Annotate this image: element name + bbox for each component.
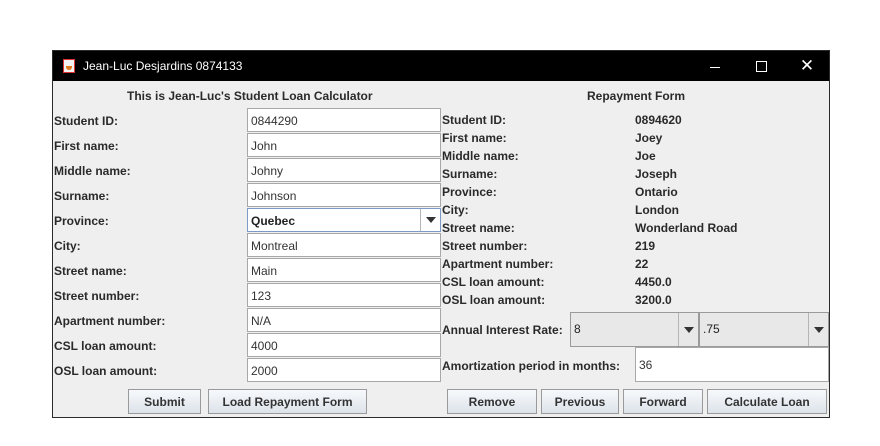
student-id-label: Student ID: bbox=[54, 114, 118, 128]
interest-rate-whole-select[interactable]: 8 bbox=[570, 312, 699, 347]
remove-button[interactable]: Remove bbox=[447, 389, 537, 414]
street-number-field[interactable]: 123 bbox=[247, 283, 441, 307]
student-id-field[interactable]: 0844290 bbox=[247, 108, 441, 132]
rf-street-name-value: Wonderland Road bbox=[635, 221, 738, 235]
apartment-number-label: Apartment number: bbox=[54, 314, 166, 328]
title-bar[interactable]: Jean-Luc Desjardins 0874133 ✕ bbox=[53, 51, 829, 81]
surname-label: Surname: bbox=[54, 189, 110, 203]
surname-field[interactable]: Johnson bbox=[247, 183, 441, 207]
amortization-field[interactable]: 36 bbox=[635, 347, 829, 382]
rf-middle-name-label: Middle name: bbox=[442, 149, 519, 163]
rf-street-number-label: Street number: bbox=[442, 239, 528, 253]
rf-osl-loan-value: 3200.0 bbox=[635, 293, 672, 307]
rf-city-value: London bbox=[635, 203, 679, 217]
interest-rate-fraction-select[interactable]: .75 bbox=[699, 312, 829, 347]
street-name-label: Street name: bbox=[54, 264, 127, 278]
first-name-field[interactable]: John bbox=[247, 133, 441, 157]
application-window: Jean-Luc Desjardins 0874133 ✕ This is Je… bbox=[52, 50, 830, 418]
rf-street-number-value: 219 bbox=[635, 239, 656, 253]
previous-button[interactable]: Previous bbox=[541, 389, 619, 414]
chevron-down-icon[interactable] bbox=[808, 313, 828, 346]
rf-city-label: City: bbox=[442, 203, 469, 217]
city-label: City: bbox=[54, 239, 81, 253]
rf-first-name-label: First name: bbox=[442, 131, 507, 145]
rf-csl-loan-label: CSL loan amount: bbox=[442, 275, 545, 289]
province-label: Province: bbox=[54, 214, 109, 228]
rf-province-value: Ontario bbox=[635, 185, 678, 199]
rf-csl-loan-value: 4450.0 bbox=[635, 275, 672, 289]
city-field[interactable]: Montreal bbox=[247, 233, 441, 257]
close-icon: ✕ bbox=[799, 56, 815, 76]
maximize-button[interactable] bbox=[738, 51, 784, 81]
minimize-icon bbox=[710, 66, 720, 68]
amortization-label: Amortization period in months: bbox=[442, 359, 620, 373]
maximize-icon bbox=[755, 60, 767, 72]
submit-button[interactable]: Submit bbox=[128, 389, 201, 414]
first-name-label: First name: bbox=[54, 139, 119, 153]
rf-apartment-number-value: 22 bbox=[635, 257, 649, 271]
load-repayment-form-button[interactable]: Load Repayment Form bbox=[208, 389, 367, 414]
window-title: Jean-Luc Desjardins 0874133 bbox=[83, 59, 243, 73]
osl-loan-field[interactable]: 2000 bbox=[247, 358, 441, 382]
street-number-label: Street number: bbox=[54, 289, 140, 303]
rf-osl-loan-label: OSL loan amount: bbox=[442, 293, 546, 307]
interest-rate-whole-value: 8 bbox=[574, 322, 581, 336]
rf-street-name-label: Street name: bbox=[442, 221, 515, 235]
csl-loan-field[interactable]: 4000 bbox=[247, 333, 441, 357]
rf-apartment-number-label: Apartment number: bbox=[442, 257, 554, 271]
province-select[interactable]: Quebec bbox=[247, 208, 441, 232]
calculate-loan-button[interactable]: Calculate Loan bbox=[707, 389, 827, 414]
middle-name-field[interactable]: Johny bbox=[247, 158, 441, 182]
street-name-field[interactable]: Main bbox=[247, 258, 441, 282]
minimize-button[interactable] bbox=[692, 51, 738, 81]
province-selected-value: Quebec bbox=[251, 214, 296, 228]
osl-loan-label: OSL loan amount: bbox=[54, 364, 158, 378]
close-button[interactable]: ✕ bbox=[784, 51, 830, 81]
repayment-form-heading: Repayment Form bbox=[587, 89, 686, 103]
interest-rate-label: Annual Interest Rate: bbox=[442, 323, 563, 337]
rf-middle-name-value: Joe bbox=[635, 149, 656, 163]
chevron-down-icon[interactable] bbox=[678, 313, 698, 346]
calculator-heading: This is Jean-Luc's Student Loan Calculat… bbox=[127, 89, 373, 103]
csl-loan-label: CSL loan amount: bbox=[54, 339, 157, 353]
interest-rate-fraction-value: .75 bbox=[703, 322, 720, 336]
apartment-number-field[interactable]: N/A bbox=[247, 308, 441, 332]
middle-name-label: Middle name: bbox=[54, 164, 131, 178]
rf-first-name-value: Joey bbox=[635, 131, 663, 145]
forward-button[interactable]: Forward bbox=[623, 389, 703, 414]
rf-student-id-label: Student ID: bbox=[442, 113, 506, 127]
rf-surname-value: Joseph bbox=[635, 167, 678, 181]
rf-province-label: Province: bbox=[442, 185, 497, 199]
chevron-down-icon[interactable] bbox=[420, 209, 440, 231]
java-app-icon bbox=[63, 59, 75, 73]
rf-student-id-value: 0894620 bbox=[635, 113, 682, 127]
content-panel: This is Jean-Luc's Student Loan Calculat… bbox=[53, 81, 829, 417]
rf-surname-label: Surname: bbox=[442, 167, 498, 181]
